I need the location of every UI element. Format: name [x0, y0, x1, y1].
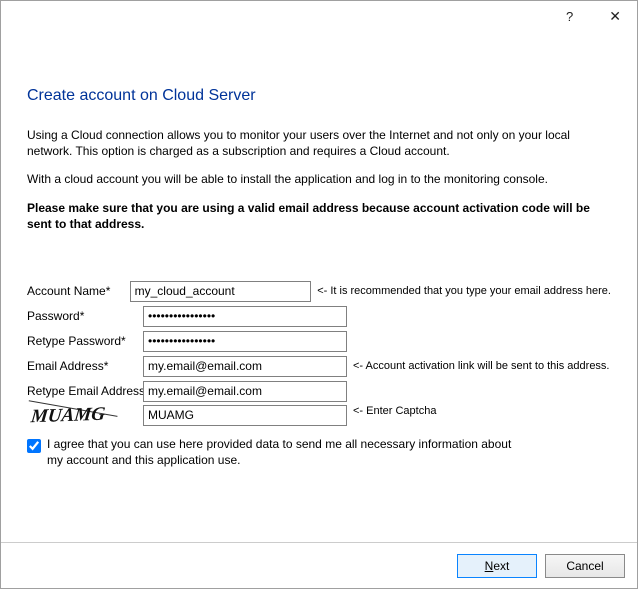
agree-text: I agree that you can use here provided d… [47, 437, 527, 468]
account-name-hint: <- It is recommended that you type your … [317, 285, 611, 297]
row-email: Email Address* <- Account activation lin… [27, 355, 611, 378]
retype-password-input[interactable] [143, 331, 347, 352]
dialog-footer: Next Cancel [1, 542, 637, 588]
row-password: Password* [27, 305, 611, 328]
email-hint: <- Account activation link will be sent … [353, 360, 610, 372]
row-retype-email: Retype Email Address* [27, 380, 611, 403]
close-icon[interactable]: ✕ [599, 4, 631, 29]
retype-email-input[interactable] [143, 381, 347, 402]
email-label: Email Address* [27, 359, 143, 373]
captcha-image: MUAMG [27, 405, 143, 431]
account-name-label: Account Name* [27, 284, 130, 298]
captcha-input[interactable] [143, 405, 347, 426]
help-icon[interactable]: ? [558, 5, 581, 28]
row-account-name: Account Name* <- It is recommended that … [27, 280, 611, 303]
row-captcha: MUAMG <- Enter Captcha [27, 405, 611, 431]
intro-text-1: Using a Cloud connection allows you to m… [27, 127, 611, 159]
page-title: Create account on Cloud Server [27, 87, 611, 105]
password-input[interactable] [143, 306, 347, 327]
retype-email-label: Retype Email Address* [27, 384, 143, 398]
row-retype-password: Retype Password* [27, 330, 611, 353]
agree-checkbox[interactable] [27, 439, 41, 453]
intro-text-warning: Please make sure that you are using a va… [27, 200, 611, 232]
titlebar: ? ✕ [1, 1, 637, 31]
account-name-input[interactable] [130, 281, 312, 302]
captcha-hint: <- Enter Captcha [353, 405, 436, 417]
email-input[interactable] [143, 356, 347, 377]
row-agree: I agree that you can use here provided d… [27, 437, 611, 468]
password-label: Password* [27, 309, 143, 323]
form: Account Name* <- It is recommended that … [27, 280, 611, 468]
cancel-button[interactable]: Cancel [545, 554, 625, 578]
dialog-content: Create account on Cloud Server Using a C… [1, 31, 637, 468]
retype-password-label: Retype Password* [27, 334, 143, 348]
intro-text-2: With a cloud account you will be able to… [27, 171, 611, 187]
captcha-image-text: MUAMG [30, 404, 107, 429]
next-button[interactable]: Next [457, 554, 537, 578]
